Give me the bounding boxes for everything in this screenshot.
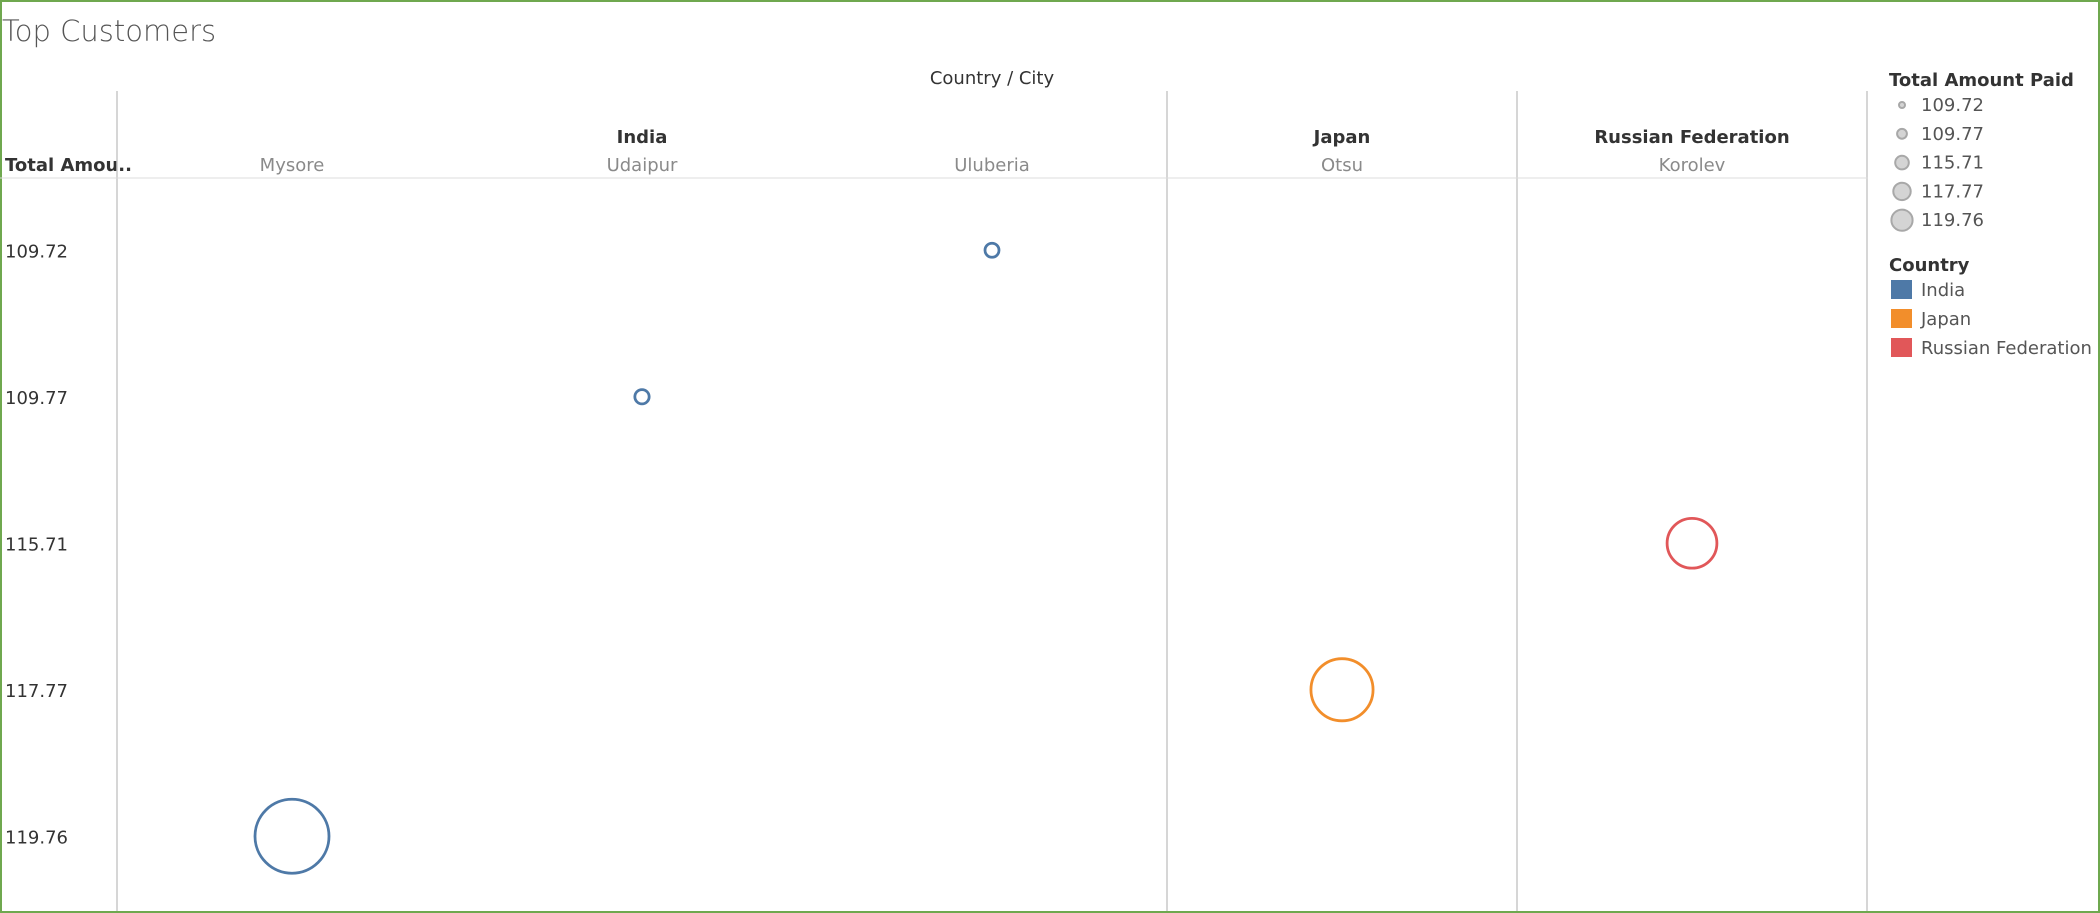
color-legend-swatch [1891, 309, 1912, 328]
city-header: Korolev [1659, 155, 1726, 176]
size-legend-label: 109.72 [1921, 95, 1984, 116]
data-point-otsu [1309, 657, 1375, 723]
row-label: 117.77 [5, 681, 68, 702]
data-point-mysore [253, 797, 331, 875]
size-legend-swatch [1890, 208, 1914, 232]
size-legend-swatch [1898, 101, 1906, 109]
size-legend-label: 119.76 [1921, 210, 1984, 231]
color-legend-label: India [1921, 280, 1965, 301]
size-legend-swatch [1892, 181, 1912, 202]
data-point-uluberia [983, 241, 1001, 259]
country-header: Japan [1312, 127, 1371, 148]
city-header: Uluberia [954, 155, 1030, 176]
row-labels: 109.72 109.77 115.71 117.77 119.76 [5, 241, 68, 848]
size-legend-swatch [1894, 154, 1910, 171]
column-headers: India Mysore Udaipur Uluberia Japan Otsu Russi… [260, 127, 1790, 176]
row-label: 109.77 [5, 388, 68, 409]
color-legend: Country India Japan Russian Federation [1889, 255, 2092, 359]
city-header: Mysore [260, 155, 325, 176]
row-label: 109.72 [5, 241, 68, 262]
row-header: Total Amou.. [5, 155, 132, 176]
data-point-udaipur [633, 388, 651, 406]
size-legend-title: Total Amount Paid [1889, 70, 2074, 91]
country-header: Russian Federation [1594, 127, 1789, 148]
city-header: Udaipur [607, 155, 678, 176]
country-header: India [617, 127, 668, 148]
color-legend-swatch [1891, 280, 1912, 299]
size-legend-label: 117.77 [1921, 181, 1984, 202]
plot-marks [253, 241, 1719, 875]
chart-canvas: Top Customers Country / City Total Amou.… [0, 0, 2100, 913]
city-header: Otsu [1321, 155, 1363, 176]
color-legend-swatch [1891, 338, 1912, 357]
size-legend-label: 109.77 [1921, 124, 1984, 145]
size-legend: Total Amount Paid 109.72 109.77 115.71 117.… [1889, 70, 2074, 232]
grid-lines [0, 91, 1868, 911]
color-legend-title: Country [1889, 255, 1970, 276]
chart-title: Top Customers [2, 14, 216, 48]
size-legend-label: 115.71 [1921, 153, 1984, 174]
color-legend-label: Japan [1920, 309, 1971, 330]
color-legend-label: Russian Federation [1921, 338, 2092, 359]
data-point-korolev [1665, 516, 1719, 570]
column-header: Country / City [930, 68, 1055, 89]
row-label: 119.76 [5, 827, 68, 848]
size-legend-swatch [1896, 127, 1908, 140]
row-label: 115.71 [5, 534, 68, 555]
